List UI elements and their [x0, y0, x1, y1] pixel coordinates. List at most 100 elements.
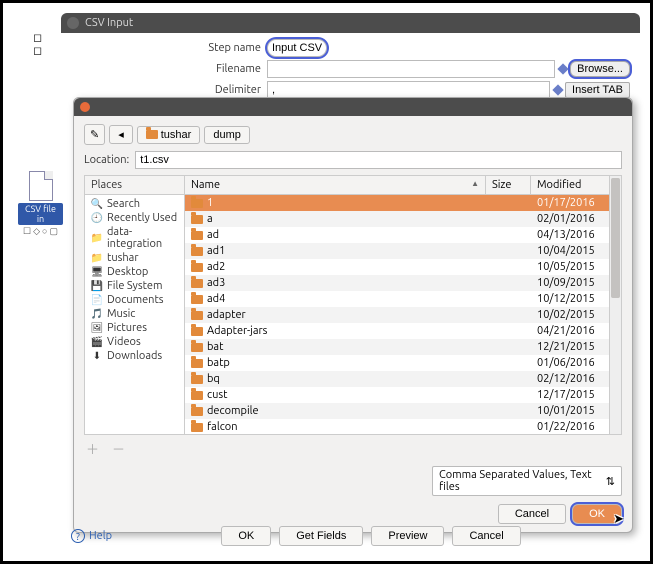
filename-input[interactable] — [267, 60, 555, 78]
preview-button[interactable]: Preview — [371, 526, 444, 546]
cancel-button[interactable]: Cancel — [452, 526, 520, 546]
file-modified: 10/02/2015 — [531, 309, 609, 321]
file-dialog-cancel-button[interactable]: Cancel — [498, 504, 566, 524]
file-name: ad1 — [207, 245, 225, 257]
place-item[interactable]: 📁data-integration — [85, 225, 184, 251]
file-name: ad — [207, 229, 219, 241]
file-dialog-titlebar — [74, 98, 632, 116]
file-type-filter[interactable]: Comma Separated Values, Text files ⇅ — [432, 466, 622, 496]
close-icon[interactable] — [80, 102, 90, 112]
file-row[interactable]: a02/01/2016 — [185, 211, 609, 227]
place-item[interactable]: 🔍Search — [85, 197, 184, 211]
file-row[interactable]: bat 12/21/2015 — [185, 339, 609, 355]
place-item[interactable]: 📄 Documents — [85, 293, 184, 307]
file-modified: 12/17/2015 — [531, 389, 609, 401]
location-input[interactable] — [135, 151, 622, 169]
folder-icon — [191, 295, 203, 304]
edit-path-button[interactable]: ✎ — [84, 124, 105, 145]
scrollbar[interactable] — [609, 176, 621, 434]
file-modified: 01/17/2016 — [531, 197, 609, 209]
file-row[interactable]: ad 04/13/2016 — [185, 227, 609, 243]
node-ops[interactable]: ☐ ◇ ○ ▢ — [18, 226, 63, 237]
sort-asc-icon: ▲ — [471, 179, 479, 191]
close-icon[interactable] — [67, 17, 79, 29]
place-item[interactable]: 🖼 Pictures — [85, 321, 184, 335]
place-label: Pictures — [107, 322, 147, 334]
breadcrumb-dump[interactable]: dump — [204, 126, 250, 144]
file-name: falcon — [207, 421, 238, 433]
file-name: cust — [207, 389, 228, 401]
place-item[interactable]: 🎵Music — [85, 307, 184, 321]
place-icon: 🎬 — [91, 336, 103, 348]
breadcrumb-back[interactable]: ◂ — [109, 125, 133, 144]
file-row[interactable]: ad210/05/2015 — [185, 259, 609, 275]
file-row[interactable]: batp01/06/2016 — [185, 355, 609, 371]
file-row[interactable]: Adapter-jars04/21/2016 — [185, 323, 609, 339]
place-item[interactable]: 🕘Recently Used — [85, 211, 184, 225]
help-link[interactable]: ?Help — [71, 529, 112, 543]
breadcrumb: ✎ ◂ tushar dump — [84, 124, 622, 145]
place-icon: 💾 — [91, 280, 103, 292]
filename-label: Filename — [71, 63, 267, 75]
get-fields-button[interactable]: Get Fields — [279, 526, 363, 546]
scrollbar-thumb[interactable] — [611, 178, 620, 298]
file-row[interactable]: decompile10/01/2015 — [185, 403, 609, 419]
place-item[interactable]: 🖥Desktop — [85, 265, 184, 279]
place-item[interactable]: ⬇Downloads — [85, 349, 184, 363]
place-label: Search — [107, 198, 140, 210]
file-row[interactable]: ad310/09/2015 — [185, 275, 609, 291]
place-icon: 📁 — [91, 252, 103, 264]
place-label: data-integration — [107, 226, 178, 250]
place-label: Documents — [107, 294, 164, 306]
toolbar-icon[interactable]: ◻ ◻ — [33, 31, 45, 43]
file-modified: 12/21/2015 — [531, 341, 609, 353]
file-modified: 10/09/2015 — [531, 277, 609, 289]
col-size[interactable]: Size — [486, 176, 531, 194]
file-name: bat — [207, 341, 223, 353]
place-label: Downloads — [107, 350, 162, 362]
folder-icon — [191, 391, 203, 400]
document-icon — [29, 171, 53, 201]
folder-icon — [191, 327, 203, 336]
step-name-input[interactable] — [267, 39, 327, 57]
file-dialog-ok-button[interactable]: OK➤ — [572, 504, 622, 524]
file-modified: 02/12/2016 — [531, 373, 609, 385]
file-row[interactable]: adapter 10/02/2015 — [185, 307, 609, 323]
place-item[interactable]: 🎬Videos — [85, 335, 184, 349]
file-name: decompile — [207, 405, 259, 417]
add-remove-buttons[interactable]: ＋ － — [84, 435, 622, 462]
file-row[interactable]: bq 02/12/2016 — [185, 371, 609, 387]
chevron-updown-icon: ⇅ — [606, 475, 615, 488]
folder-icon — [191, 215, 203, 224]
file-row[interactable]: ad410/12/2015 — [185, 291, 609, 307]
file-modified: 04/13/2016 — [531, 229, 609, 241]
folder-icon — [191, 231, 203, 240]
place-icon: 🎵 — [91, 308, 103, 320]
col-modified[interactable]: Modified — [531, 176, 609, 194]
csv-file-node[interactable]: CSV file in ☐ ◇ ○ ▢ — [18, 171, 63, 237]
location-label: Location: — [84, 154, 129, 166]
file-name: ad4 — [207, 293, 225, 305]
place-item[interactable]: 💾File System — [85, 279, 184, 293]
place-item[interactable]: 📁 tushar — [85, 251, 184, 265]
file-name: a — [207, 213, 213, 225]
breadcrumb-tushar[interactable]: tushar — [137, 126, 201, 144]
browse-button[interactable]: Browse... — [570, 61, 630, 77]
col-name[interactable]: Name▲ — [185, 176, 486, 194]
file-row[interactable]: 101/17/2016 — [185, 195, 609, 211]
insert-tab-button[interactable]: Insert TAB — [565, 82, 630, 98]
help-icon: ? — [71, 529, 85, 543]
place-label: tushar — [107, 252, 138, 264]
diamond-icon — [552, 84, 563, 95]
file-name: adapter — [207, 309, 246, 321]
folder-icon — [146, 130, 158, 139]
places-panel: Places 🔍Search🕘Recently Used📁data-integr… — [85, 176, 185, 434]
file-row[interactable]: cust 12/17/2015 — [185, 387, 609, 403]
place-icon: 📄 — [91, 294, 103, 306]
file-name: bq — [207, 373, 220, 385]
folder-icon — [191, 343, 203, 352]
ok-button[interactable]: OK — [221, 526, 271, 546]
file-row[interactable]: falcon01/22/2016 — [185, 419, 609, 434]
place-icon: 🖼 — [91, 322, 103, 334]
file-row[interactable]: ad110/04/2015 — [185, 243, 609, 259]
